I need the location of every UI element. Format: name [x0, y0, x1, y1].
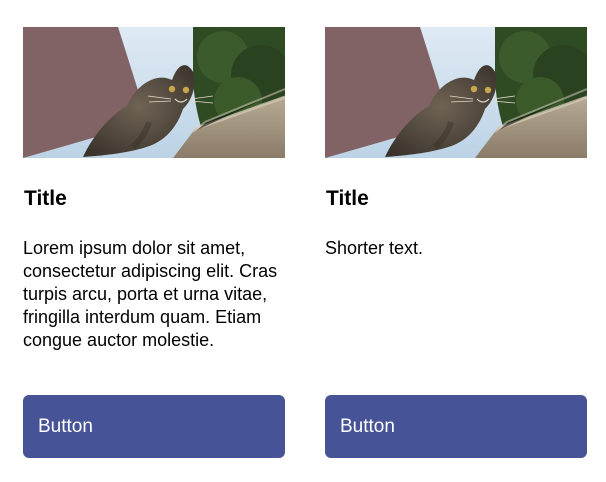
card-title: Title: [24, 187, 67, 210]
card-body-text: Lorem ipsum dolor sit amet, consectetur …: [23, 238, 278, 350]
card-button[interactable]: Button: [23, 395, 285, 458]
card: Title Lorem ipsum dolor sit amet, consec…: [23, 27, 285, 458]
card-button[interactable]: Button: [325, 395, 587, 458]
card-grid: Title Lorem ipsum dolor sit amet, consec…: [0, 0, 606, 482]
card-image: [325, 27, 587, 158]
card: Title Shorter text. Button: [325, 27, 587, 458]
cat-photo: [23, 27, 285, 158]
cat-photo: [325, 27, 587, 158]
card-body-text: Shorter text.: [325, 238, 424, 258]
card-image: [23, 27, 285, 158]
card-title: Title: [326, 187, 369, 210]
